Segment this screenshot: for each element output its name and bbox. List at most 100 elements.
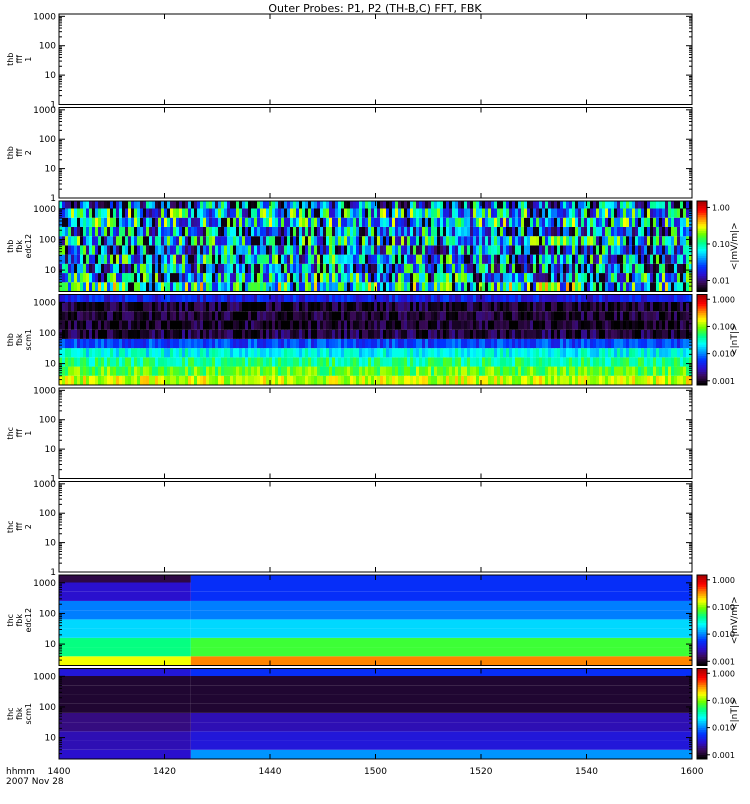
spectrogram-cell [227, 357, 230, 366]
spectrogram-cell [542, 320, 545, 329]
spectrogram-cell [230, 376, 233, 385]
spectrogram-cell [623, 295, 626, 303]
spectrogram-cell [221, 209, 224, 218]
spectrogram-cell [305, 357, 308, 366]
spectrogram-cell [104, 236, 107, 245]
spectrogram-cell [398, 209, 401, 218]
spectrogram-cell [491, 255, 494, 264]
spectrogram-cell [134, 245, 137, 254]
spectrogram-cell [431, 357, 434, 366]
colorbar-tick-label: 1.000 [712, 576, 735, 585]
spectrogram-cell [368, 348, 371, 357]
spectrogram-cell [389, 273, 392, 282]
spectrogram-cell [500, 227, 503, 236]
spectrogram-cell [95, 302, 98, 311]
spectrogram-cell [131, 264, 134, 273]
spectrogram-cell [338, 311, 341, 320]
spectrogram-cell [302, 320, 305, 329]
spectrogram-cell [80, 357, 83, 366]
spectrogram-cell [563, 376, 566, 385]
spectrogram-cell [437, 295, 440, 303]
spectrogram-cell [500, 367, 503, 376]
spectrogram-cell [572, 295, 575, 303]
spectrogram-cell [638, 236, 641, 245]
spectrogram-cell [389, 236, 392, 245]
spectrogram-cell [497, 311, 500, 320]
spectrogram-cell [233, 330, 236, 339]
spectrogram-cell [671, 320, 674, 329]
spectrogram-cell [341, 201, 344, 209]
spectrogram-cell [617, 357, 620, 366]
spectrogram-cell [101, 245, 104, 254]
spectrogram-cell [419, 282, 422, 291]
spectrogram-cell [443, 339, 446, 348]
spectrogram-cell [338, 264, 341, 273]
spectrogram-cell [674, 367, 677, 376]
spectrogram-cell [380, 236, 383, 245]
spectrogram-cell [323, 201, 326, 209]
spectrogram-cell [425, 236, 428, 245]
spectrogram-cell [110, 245, 113, 254]
spectrogram-cell [548, 330, 551, 339]
spectrogram-cell [317, 330, 320, 339]
spectrogram-cell [140, 367, 143, 376]
spectrogram-cell [566, 367, 569, 376]
spectrogram-cell [422, 236, 425, 245]
spectrogram-cell [641, 273, 644, 282]
spectrogram-cell [203, 311, 206, 320]
spectrogram-cell [512, 209, 515, 218]
spectrogram-cell [551, 367, 554, 376]
spectrogram-cell [470, 367, 473, 376]
spectrogram-cell [107, 320, 110, 329]
spectrogram-cell [401, 367, 404, 376]
spectrogram-cell [527, 339, 530, 348]
spectrogram-cell [110, 376, 113, 385]
spectrogram-cell [674, 357, 677, 366]
spectrogram-cell [614, 227, 617, 236]
spectrogram-cell [314, 376, 317, 385]
spectrogram-cell [479, 320, 482, 329]
spectrogram-cell [671, 264, 674, 273]
spectrogram-cell [83, 273, 86, 282]
spectrogram-cell [485, 264, 488, 273]
spectrogram-cell [452, 273, 455, 282]
spectrogram-cell [68, 236, 71, 245]
panel-4: 0.0010.0100.1001.000<|nT|>101001000thbfb… [6, 295, 740, 386]
spectrogram-cell [266, 255, 269, 264]
spectrogram-cell [257, 218, 260, 227]
spectrogram-cell [413, 227, 416, 236]
spectrogram-cell [659, 348, 662, 357]
spectrogram-cell [335, 295, 338, 303]
spectrogram-cell [248, 367, 251, 376]
spectrogram-cell [194, 201, 197, 209]
spectrogram-cell [452, 236, 455, 245]
spectrogram-cell [65, 320, 68, 329]
spectrogram-cell [200, 348, 203, 357]
spectrogram-cell [167, 264, 170, 273]
spectrogram-cell [179, 218, 182, 227]
spectrogram-cell [632, 376, 635, 385]
spectrogram-cell [194, 227, 197, 236]
spectrogram-cell [203, 357, 206, 366]
spectrogram-cell [320, 255, 323, 264]
spectrogram-cell [197, 245, 200, 254]
spectrogram-cell [557, 236, 560, 245]
spectrogram-cell [236, 236, 239, 245]
spectrogram-cell [401, 320, 404, 329]
spectrogram-cell [236, 264, 239, 273]
spectrogram-cell [680, 330, 683, 339]
spectrogram-cell [551, 311, 554, 320]
spectrogram-cell [74, 209, 77, 218]
spectrogram-cell [59, 311, 62, 320]
spectrogram-cell [566, 227, 569, 236]
spectrogram-cell [611, 367, 614, 376]
spectrogram-cell [668, 357, 671, 366]
spectrogram-cell [356, 255, 359, 264]
spectrogram-cell [218, 367, 221, 376]
spectrogram-cell [545, 295, 548, 303]
spectrogram-cell [146, 255, 149, 264]
spectrogram-cell [452, 357, 455, 366]
spectrogram-cell [608, 282, 611, 291]
spectrogram-cell [449, 367, 452, 376]
spectrogram-cell [86, 273, 89, 282]
